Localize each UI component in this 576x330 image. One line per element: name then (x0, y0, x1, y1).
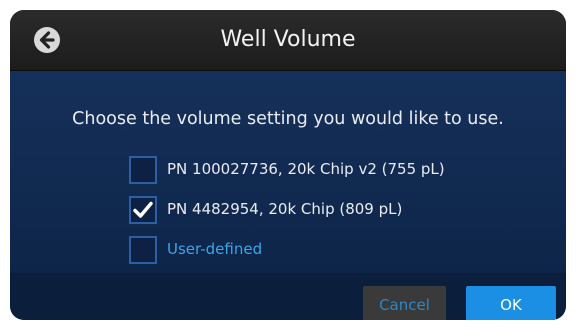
title-bar: Well Volume (10, 10, 566, 71)
checkbox-unchecked[interactable] (129, 156, 157, 184)
footer-bar: Cancel OK (10, 273, 566, 320)
ok-button[interactable]: OK (466, 286, 556, 320)
cancel-button[interactable]: Cancel (363, 286, 446, 320)
page-title: Well Volume (220, 27, 356, 52)
checkbox-unchecked[interactable] (129, 236, 157, 264)
checkmark-icon (133, 201, 153, 218)
option-label: PN 100027736, 20k Chip v2 (755 pL) (167, 160, 445, 178)
instruction-text: Choose the volume setting you would like… (72, 109, 504, 129)
option-label: PN 4482954, 20k Chip (809 pL) (167, 200, 403, 218)
dialog-window: Well Volume Choose the volume setting yo… (10, 10, 566, 320)
option-pn-4482954[interactable]: PN 4482954, 20k Chip (809 pL) (129, 196, 549, 228)
option-pn-100027736[interactable]: PN 100027736, 20k Chip v2 (755 pL) (129, 156, 549, 188)
option-label-link[interactable]: User-defined (167, 240, 262, 258)
content-area: Choose the volume setting you would like… (10, 71, 566, 273)
option-user-defined[interactable]: User-defined (129, 236, 549, 268)
checkbox-checked[interactable] (129, 196, 157, 224)
